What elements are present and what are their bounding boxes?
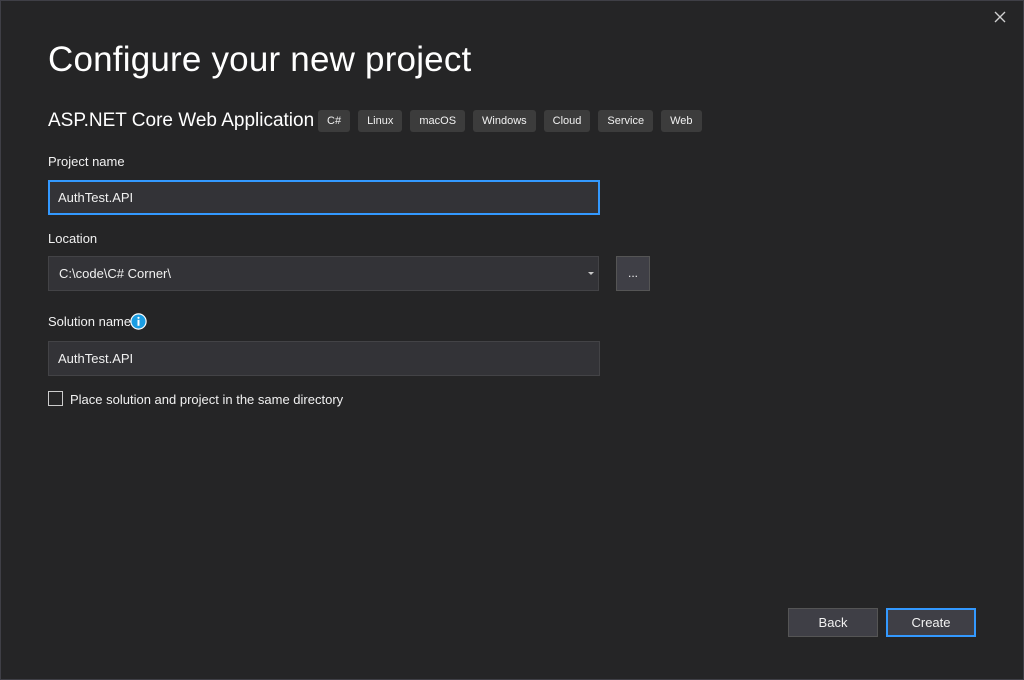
dialog-window [0,0,1024,680]
tag-csharp: C# [318,110,351,132]
back-button[interactable]: Back [788,608,878,637]
close-icon [994,11,1006,23]
chevron-down-icon [588,272,594,275]
tag-linux: Linux [358,110,403,132]
location-label: Location [48,231,98,246]
location-dropdown[interactable]: C:\code\C# Corner\ [48,256,599,291]
same-directory-label[interactable]: Place solution and project in the same d… [70,392,343,407]
project-name-input[interactable] [48,180,600,215]
tag-macos: macOS [410,110,466,132]
tag-service: Service [598,110,654,132]
template-name: ASP.NET Core Web Application [48,110,315,131]
browse-button[interactable]: ... [616,256,650,291]
tag-web: Web [661,110,702,132]
info-icon[interactable] [130,313,147,330]
project-name-label: Project name [48,154,125,169]
create-button[interactable]: Create [886,608,976,637]
solution-name-input[interactable] [48,341,600,376]
tag-cloud: Cloud [543,110,591,132]
template-tags: C# Linux macOS Windows Cloud Service Web [318,110,702,132]
close-button[interactable] [988,5,1012,29]
solution-name-label: Solution name [48,314,132,329]
page-title: Configure your new project [48,40,472,79]
same-directory-checkbox[interactable] [48,391,63,406]
tag-windows: Windows [473,110,536,132]
location-value: C:\code\C# Corner\ [59,266,171,281]
